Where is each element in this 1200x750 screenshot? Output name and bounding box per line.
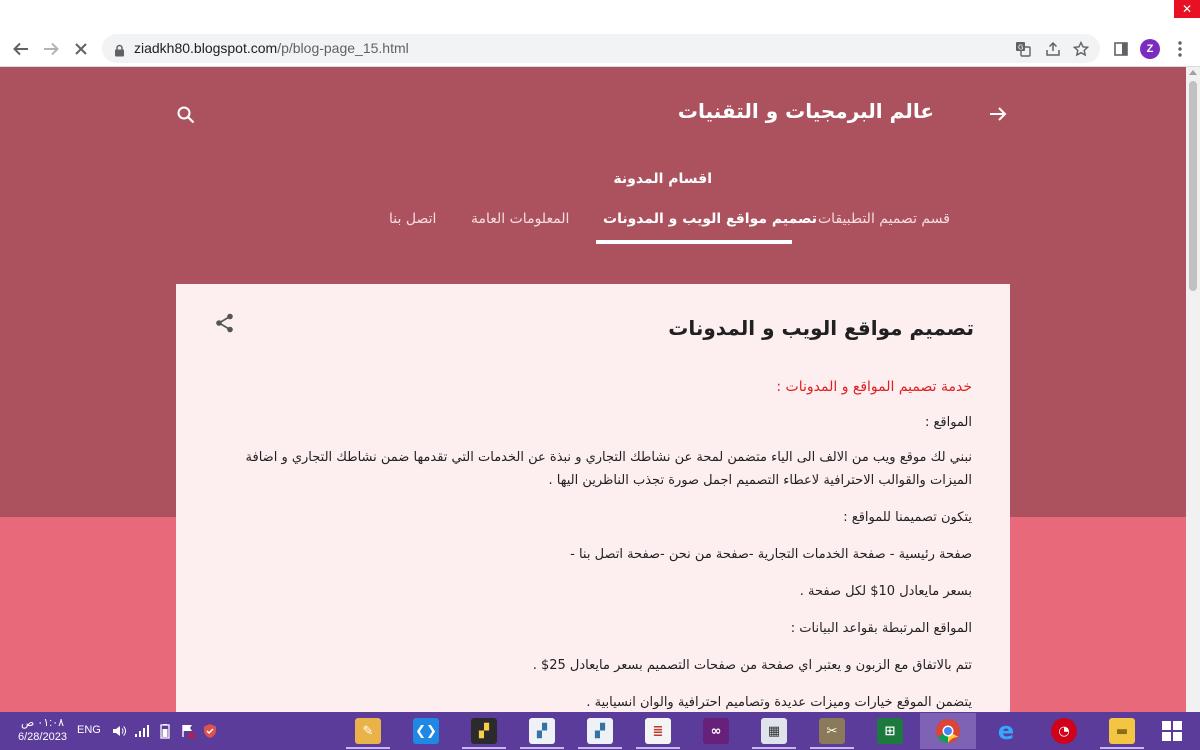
- tray-clock[interactable]: ٠١:٠٨ ص 6/28/2023: [18, 716, 67, 744]
- paragraph: نبني لك موقع ويب من الالف الى الياء متضم…: [245, 450, 972, 488]
- windows-start-icon: [1162, 721, 1182, 741]
- translate-icon[interactable]: G: [1014, 40, 1032, 58]
- svg-text:G: G: [1018, 44, 1023, 52]
- tab-web-design[interactable]: تصميم مواقع الويب و المدونات: [603, 211, 817, 227]
- taskbar-tools[interactable]: ✂: [804, 713, 860, 749]
- paragraph: تتم بالاتفاق مع الزبون و يعتبر اي صفحة م…: [532, 658, 972, 673]
- action-center-flag-icon[interactable]: [180, 723, 196, 739]
- search-icon[interactable]: [176, 105, 196, 125]
- network-icon[interactable]: [134, 723, 150, 739]
- share-icon[interactable]: [214, 312, 236, 334]
- taskbar-paint[interactable]: ✎: [340, 713, 396, 749]
- sections-label: اقسام المدونة: [613, 171, 712, 187]
- python-idle-icon: ▞: [471, 718, 497, 744]
- post-title: تصميم مواقع الويب و المدونات: [668, 316, 974, 340]
- paragraph: يتكون تصميمنا للمواقع :: [843, 510, 972, 525]
- chrome-icon: [936, 719, 960, 743]
- python-file-icon-2: ▞: [587, 718, 613, 744]
- paragraph: بسعر مايعادل 10$ لكل صفحة .: [799, 584, 972, 599]
- browser-toolbar: ziadkh80.blogspot.com/p/blog-page_15.htm…: [0, 30, 1200, 67]
- menu-dots-icon[interactable]: [1172, 38, 1188, 60]
- volume-icon[interactable]: [111, 723, 127, 739]
- browser-tab-strip: ✕: [0, 0, 1200, 30]
- security-shield-icon[interactable]: [202, 723, 218, 739]
- service-heading: خدمة تصميم المواقع و المدونات :: [776, 379, 972, 395]
- arrow-right-icon[interactable]: [987, 103, 1009, 125]
- post-card: تصميم مواقع الويب و المدونات خدمة تصميم …: [176, 284, 1010, 712]
- url-text[interactable]: ziadkh80.blogspot.com/p/blog-page_15.htm…: [134, 40, 409, 56]
- taskbar-python-file[interactable]: ▞: [514, 713, 570, 749]
- tab-contact[interactable]: اتصل بنا: [389, 211, 436, 227]
- back-arrow-icon[interactable]: [8, 36, 34, 62]
- stop-loading-icon[interactable]: [68, 36, 94, 62]
- bookmark-star-icon[interactable]: [1072, 40, 1090, 58]
- vscode-icon: ❮❯: [413, 718, 439, 744]
- internet-explorer-icon: e: [997, 717, 1015, 745]
- python-file-icon: ▞: [529, 718, 555, 744]
- page-scrollbar[interactable]: [1186, 67, 1200, 712]
- taskbar-excel[interactable]: ⊞: [862, 713, 918, 749]
- windows-taskbar: ٠١:٠٨ ص 6/28/2023 ENG ✎ ❮❯ ▞ ▞ ▞ ≣ ∞ ▦ ✂…: [0, 712, 1200, 750]
- blog-title[interactable]: عالم البرمجيات و التقنيات: [678, 99, 934, 123]
- paragraph: صفحة رئيسية - صفحة الخدمات التجارية -صفح…: [570, 547, 972, 562]
- paragraph: المواقع المرتبطة بقواعد البيانات :: [790, 621, 972, 636]
- sites-heading: المواقع :: [924, 415, 972, 430]
- visual-studio-icon: ∞: [703, 718, 729, 744]
- input-language[interactable]: ENG: [77, 724, 101, 736]
- web-page: عالم البرمجيات و التقنيات اقسام المدونة …: [0, 67, 1186, 712]
- active-tab-indicator: [596, 240, 792, 244]
- taskbar-chrome[interactable]: [920, 713, 976, 749]
- tab-general-info[interactable]: المعلومات العامة: [471, 211, 569, 227]
- taskbar-calculator[interactable]: ▦: [746, 713, 802, 749]
- windows-start-button[interactable]: [1144, 713, 1200, 749]
- side-panel-icon[interactable]: [1108, 36, 1134, 62]
- taskbar-vscode[interactable]: ❮❯: [398, 713, 454, 749]
- taskbar-internet-explorer[interactable]: e: [978, 713, 1034, 749]
- notepad-icon: ≣: [645, 718, 671, 744]
- scroll-up-arrow-icon[interactable]: [1189, 70, 1197, 75]
- excel-icon: ⊞: [877, 718, 903, 744]
- app-red-icon: ◔: [1051, 718, 1077, 744]
- battery-icon[interactable]: [157, 723, 173, 739]
- calculator-icon: ▦: [761, 718, 787, 744]
- window-close-button[interactable]: ✕: [1174, 0, 1200, 18]
- file-explorer-icon: ▬: [1109, 718, 1135, 744]
- paint-icon: ✎: [355, 718, 381, 744]
- taskbar-file-explorer[interactable]: ▬: [1094, 713, 1150, 749]
- taskbar-python-file-2[interactable]: ▞: [572, 713, 628, 749]
- taskbar-red-app[interactable]: ◔: [1036, 713, 1092, 749]
- tab-app-design[interactable]: قسم تصميم التطبيقات: [818, 211, 950, 227]
- taskbar-notepad[interactable]: ≣: [630, 713, 686, 749]
- scrollbar-thumb[interactable]: [1189, 81, 1197, 291]
- taskbar-python-idle[interactable]: ▞: [456, 713, 512, 749]
- profile-avatar[interactable]: Z: [1140, 39, 1160, 59]
- tools-icon: ✂: [819, 718, 845, 744]
- address-bar[interactable]: ziadkh80.blogspot.com/p/blog-page_15.htm…: [102, 34, 1100, 63]
- lock-icon[interactable]: [114, 42, 125, 61]
- share-icon[interactable]: [1044, 40, 1062, 58]
- taskbar-visual-studio[interactable]: ∞: [688, 713, 744, 749]
- paragraph: يتضمن الموقع خيارات وميزات عديدة وتصاميم…: [586, 695, 972, 710]
- forward-arrow-icon[interactable]: [38, 36, 64, 62]
- post-body: خدمة تصميم المواقع و المدونات : المواقع …: [212, 376, 972, 712]
